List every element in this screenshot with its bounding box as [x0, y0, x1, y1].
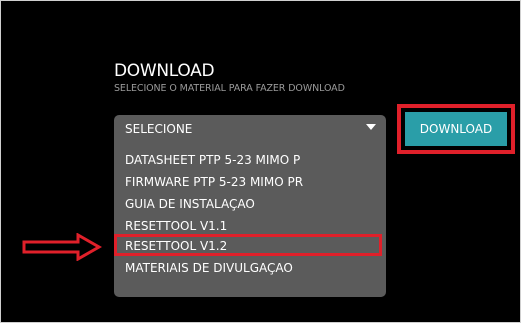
right-arrow-icon — [22, 233, 102, 261]
select-option[interactable]: RESETTOOL V1.1 — [125, 219, 227, 233]
select-option[interactable]: FIRMWARE PTP 5-23 MIMO PR — [125, 175, 303, 189]
download-button[interactable]: DOWNLOAD — [405, 112, 507, 146]
material-select-dropdown[interactable]: SELECIONE DATASHEET PTP 5-23 MIMO P FIRM… — [114, 115, 386, 297]
caret-down-icon[interactable] — [366, 124, 376, 130]
download-subtitle: SELECIONE O MATERIAL PARA FAZER DOWNLOAD — [114, 83, 345, 94]
option-highlight-box — [114, 234, 382, 256]
select-option[interactable]: GUIA DE INSTALAÇAO — [125, 197, 255, 211]
select-header[interactable]: SELECIONE — [114, 115, 386, 145]
select-option[interactable]: MATERIAIS DE DIVULGAÇAO — [125, 261, 293, 275]
select-option[interactable]: DATASHEET PTP 5-23 MIMO P — [125, 153, 300, 167]
download-title: DOWNLOAD — [114, 61, 215, 81]
select-current-value: SELECIONE — [125, 122, 193, 136]
